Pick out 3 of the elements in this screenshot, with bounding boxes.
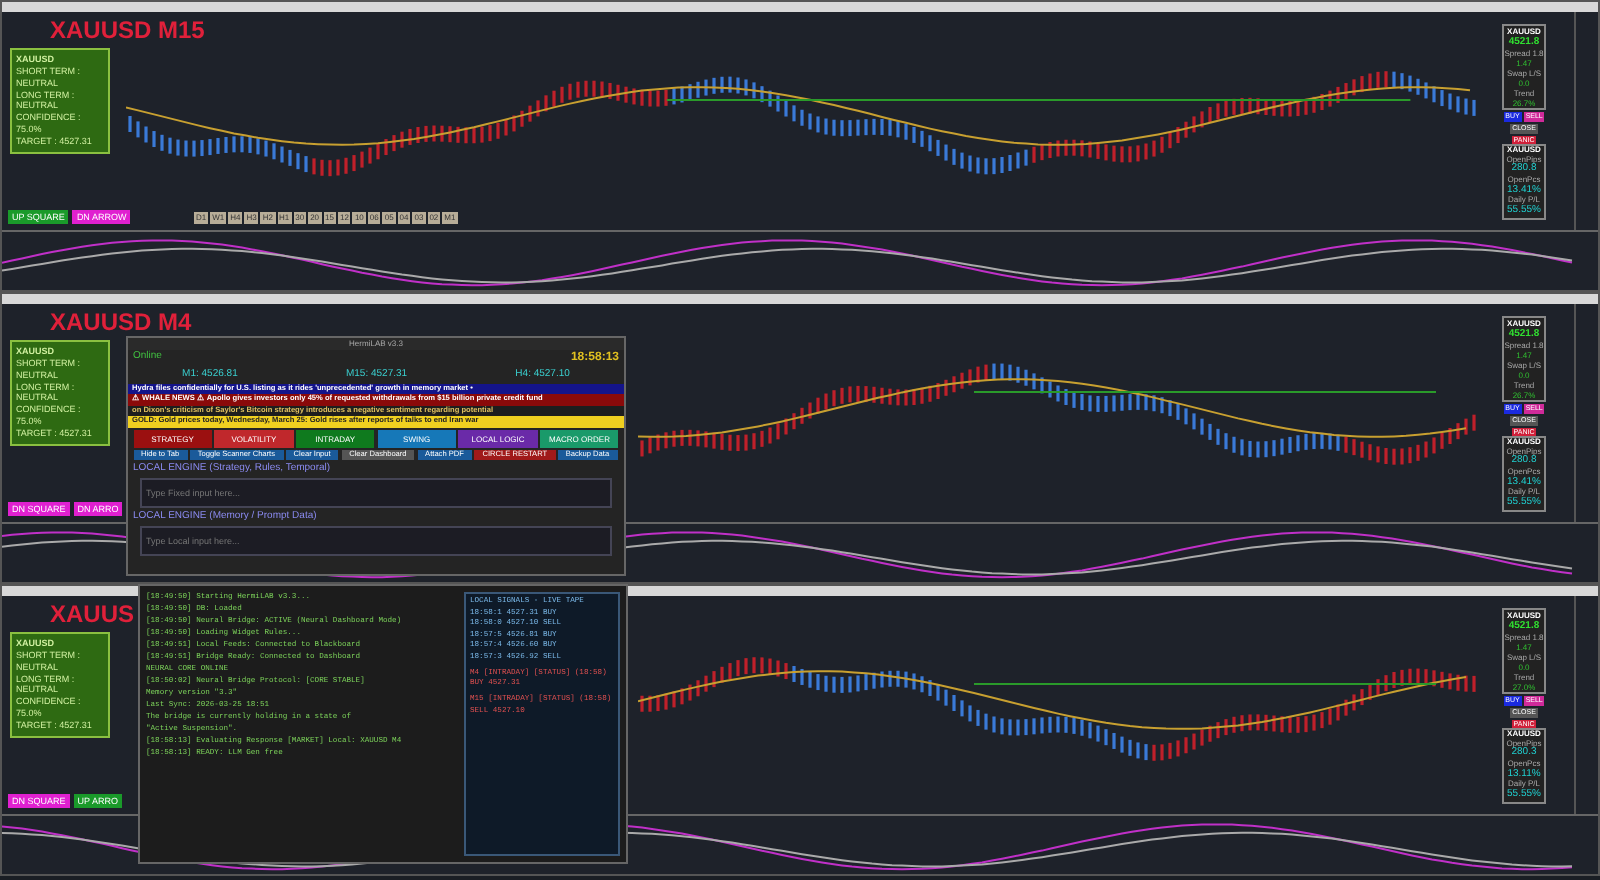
chart-title: XAUUS <box>50 602 135 626</box>
chart-title: XAUUSD M4 <box>50 310 192 334</box>
chart-title: XAUUSD M15 <box>50 18 205 42</box>
